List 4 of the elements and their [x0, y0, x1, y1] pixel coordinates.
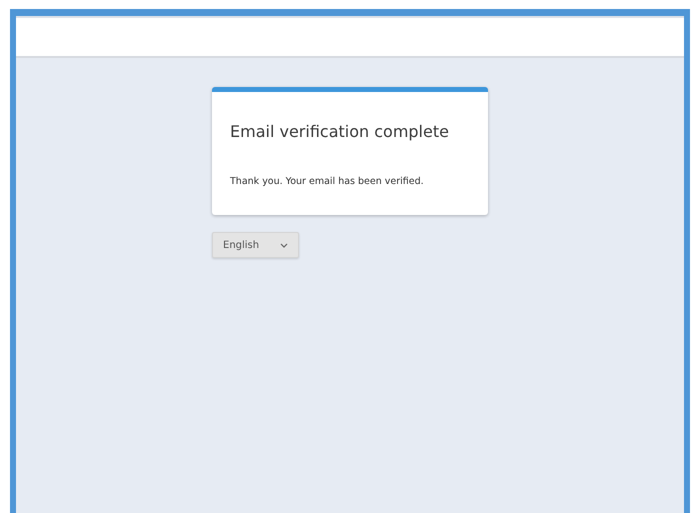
language-select[interactable]: English [212, 232, 299, 258]
chevron-down-icon [280, 242, 288, 248]
verification-message: Thank you. Your email has been verified. [230, 175, 425, 190]
card-title: Email verification complete [230, 122, 450, 142]
